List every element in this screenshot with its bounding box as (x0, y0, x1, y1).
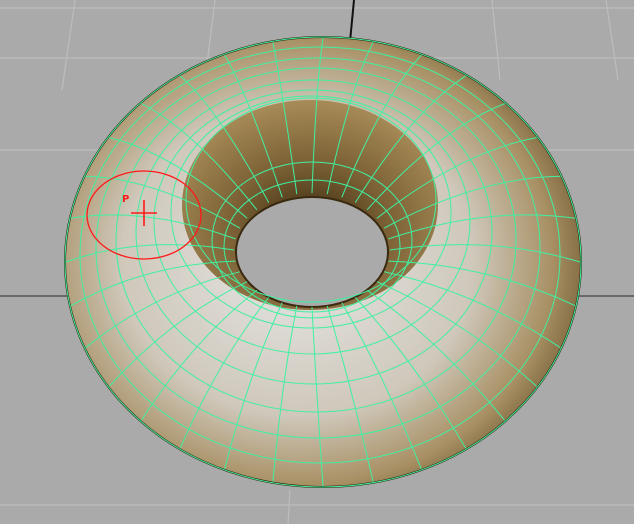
torus-mesh[interactable] (64, 36, 582, 488)
viewport-scene[interactable]: P (0, 0, 634, 524)
brush-label: P (122, 194, 129, 205)
torus-hole (235, 196, 389, 308)
3d-viewport[interactable]: P (0, 0, 634, 524)
